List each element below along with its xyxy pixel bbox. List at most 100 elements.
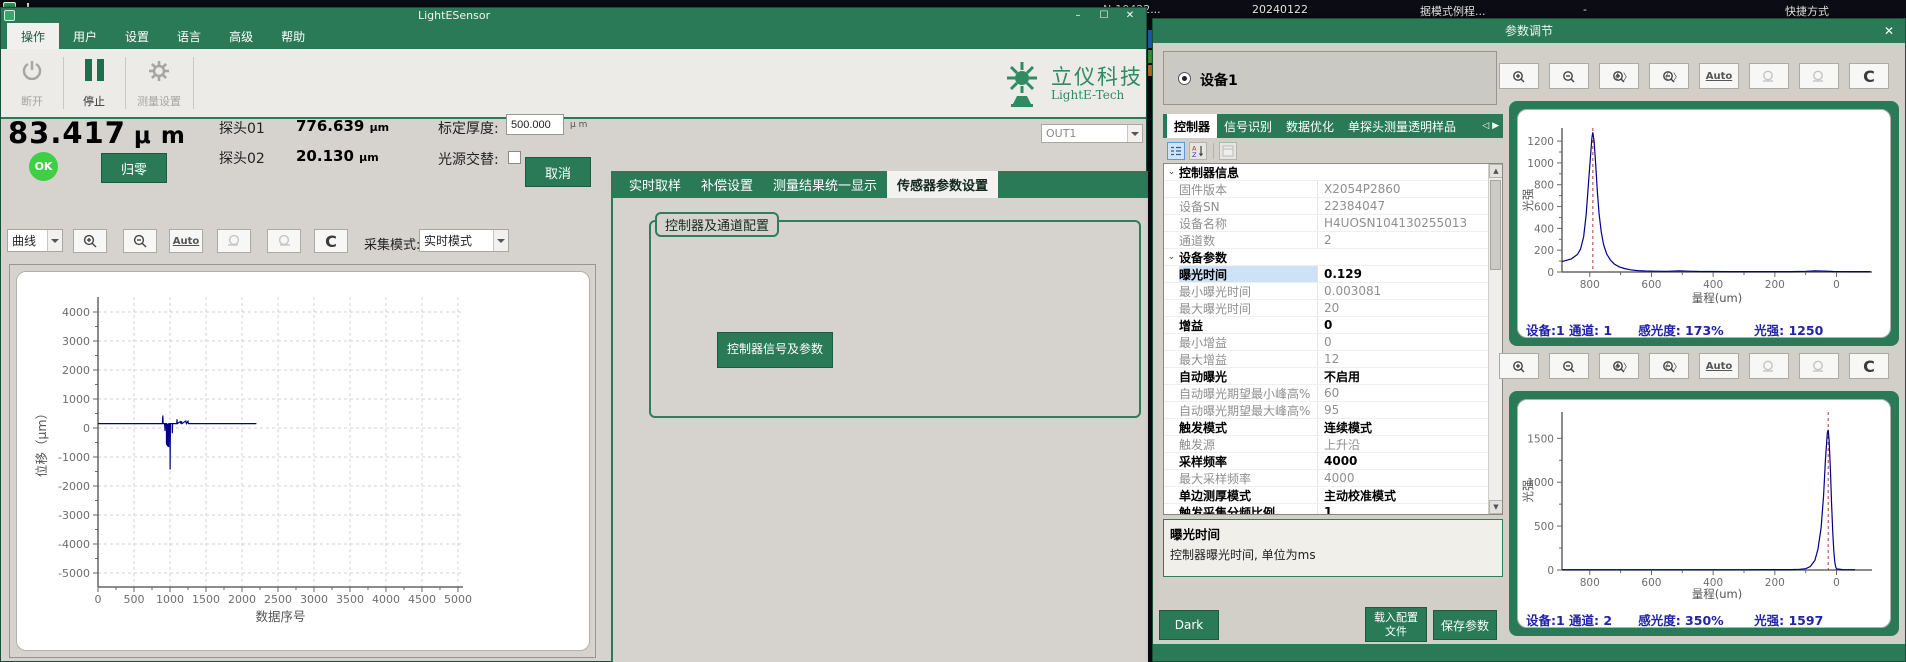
refresh-button[interactable]: C [1849,63,1889,89]
device1-radio[interactable] [1178,72,1191,85]
svg-text:1000: 1000 [1527,158,1554,170]
close-button[interactable]: ✕ [1879,19,1899,43]
h-zoom-out-button[interactable]: 〈〉 [1649,353,1689,379]
desktop-icon-label[interactable]: 20240122 [1252,3,1308,16]
light-alternate-checkbox[interactable] [508,151,521,164]
zoom-out-button[interactable] [1549,63,1589,89]
property-row[interactable]: 触发模式连续模式 [1164,419,1489,436]
auto-scale-button[interactable]: Auto [1699,353,1739,379]
zoom-next-button[interactable] [1799,63,1839,89]
maximize-button[interactable]: ☐ [1092,8,1116,23]
desktop-icon-label[interactable]: 据模式例程... [1420,3,1486,19]
tab-实时取样[interactable]: 实时取样 [619,171,691,198]
property-row[interactable]: 设备名称H4UOSN104130255013 [1164,215,1489,232]
cancel-button[interactable]: 取消 [525,157,591,187]
tab-补偿设置[interactable]: 补偿设置 [691,171,763,198]
scroll-thumb[interactable] [1490,180,1501,270]
menu-item-高级[interactable]: 高级 [215,23,267,49]
minimize-button[interactable]: – [1066,8,1090,23]
property-row[interactable]: 采样频率4000 [1164,453,1489,470]
output-selector[interactable]: OUT1 [1041,124,1143,143]
property-pages-icon[interactable] [1219,142,1237,160]
menu-item-设置[interactable]: 设置 [111,23,163,49]
menu-item-帮助[interactable]: 帮助 [267,23,319,49]
property-row[interactable]: 自动曝光期望最大峰高%95 [1164,402,1489,419]
property-grid-scrollbar[interactable]: ▲ ▼ [1488,164,1502,514]
zoom-in-button[interactable] [1499,63,1539,89]
property-row[interactable]: 设备SN22384047 [1164,198,1489,215]
zoom-in-button[interactable] [73,229,107,253]
property-row[interactable]: 固件版本X2054P2860 [1164,181,1489,198]
calib-thickness-input[interactable] [506,114,564,135]
menu-item-操作[interactable]: 操作 [7,23,59,49]
h-zoom-out-button[interactable]: 〈〉 [1649,63,1689,89]
controller-signal-params-button[interactable]: 控制器信号及参数 [717,332,833,368]
displacement-chart[interactable]: 0500100015002000250030003500400045005000… [17,272,589,650]
capture-mode-selector[interactable]: 实时模式 [419,229,509,252]
property-row[interactable]: 最大曝光时间20 [1164,300,1489,317]
load-config-button[interactable]: 载入配置文件 [1365,607,1427,642]
tab-数据优化[interactable]: 数据优化 [1279,114,1341,138]
title-bar[interactable]: LightESensor – ☐ ✕ [1,8,1146,23]
stop-button[interactable]: 停止 [65,55,123,111]
svg-text:〉: 〉 [1623,362,1628,373]
svg-text:2000: 2000 [62,364,90,377]
property-row[interactable]: 自动曝光期望最小峰高%60 [1164,385,1489,402]
property-row[interactable]: 最大采样频率4000 [1164,470,1489,487]
refresh-button[interactable]: C [1849,353,1889,379]
close-button[interactable]: ✕ [1118,8,1142,23]
property-row[interactable]: ⌄控制器信息 [1164,164,1489,181]
zoom-out-button[interactable] [1549,353,1589,379]
tab-控制器[interactable]: 控制器 [1167,114,1217,138]
property-row[interactable]: 曝光时间0.129 [1164,266,1489,283]
zoom-in-button[interactable] [1499,353,1539,379]
alphabetical-sort-icon[interactable]: AZ [1189,142,1207,160]
measure-settings-button[interactable]: 测量设置 [127,55,191,111]
zoom-next-button[interactable] [1799,353,1839,379]
zoom-next-button[interactable] [267,229,301,253]
chevron-down-icon [493,230,508,251]
h-zoom-in-button[interactable]: 〈〉 [1599,353,1639,379]
title-bar[interactable]: 参数调节 ✕ [1153,19,1905,43]
scroll-down-icon[interactable]: ▼ [1489,500,1503,514]
menu-item-用户[interactable]: 用户 [59,23,111,49]
tab-scroll-arrows[interactable]: ◁ ▶ [1482,114,1503,138]
zoom-previous-button[interactable] [1749,353,1789,379]
property-row[interactable]: ⌄设备参数 [1164,249,1489,266]
property-row[interactable]: 最小增益0 [1164,334,1489,351]
menu-item-语言[interactable]: 语言 [163,23,215,49]
curve-type-selector[interactable]: 曲线 [7,229,63,252]
property-row[interactable]: 增益0 [1164,317,1489,334]
scroll-up-icon[interactable]: ▲ [1489,164,1503,178]
spectrum-chart1[interactable]: 8006004002000020040060080010001200量程(um)… [1518,110,1890,318]
tab-测量结果统一显示[interactable]: 测量结果统一显示 [763,171,887,198]
property-row[interactable]: 最大增益12 [1164,351,1489,368]
dark-button[interactable]: Dark [1159,610,1219,640]
desktop-icon-label[interactable]: - [1583,3,1587,16]
zoom-previous-button[interactable] [1749,63,1789,89]
lightesensor-window: LightESensor – ☐ ✕ 操作用户设置语言高级帮助 断开 停止 [0,7,1147,662]
refresh-button[interactable]: C [314,229,348,253]
property-row[interactable]: 最小曝光时间0.003081 [1164,283,1489,300]
property-row[interactable]: 通道数2 [1164,232,1489,249]
tab-信号识别[interactable]: 信号识别 [1217,114,1279,138]
tab-单探头测量透明样品[interactable]: 单探头测量透明样品 [1341,114,1463,138]
tab-传感器参数设置[interactable]: 传感器参数设置 [887,171,998,198]
auto-scale-button[interactable]: Auto [169,229,203,253]
zoom-out-button[interactable] [123,229,157,253]
property-row[interactable]: 触发采集分频比例1 [1164,504,1489,515]
categorized-view-icon[interactable] [1167,142,1185,160]
save-params-button[interactable]: 保存参数 [1433,610,1497,640]
zero-button[interactable]: 归零 [101,153,167,183]
property-row[interactable]: 自动曝光不启用 [1164,368,1489,385]
property-row[interactable]: 触发源上升沿 [1164,436,1489,453]
desktop-icon-label[interactable]: 快捷方式 [1785,3,1829,19]
spectrum-chart2[interactable]: 8006004002000050010001500量程(um)光强 [1518,400,1890,608]
svg-text:400: 400 [1534,223,1554,235]
zoom-previous-button[interactable] [217,229,251,253]
property-row[interactable]: 单边测厚模式主动校准模式 [1164,487,1489,504]
logo-text-cn: 立仪科技 [1051,66,1143,88]
disconnect-button[interactable]: 断开 [3,55,61,111]
h-zoom-in-button[interactable]: 〈〉 [1599,63,1639,89]
auto-scale-button[interactable]: Auto [1699,63,1739,89]
